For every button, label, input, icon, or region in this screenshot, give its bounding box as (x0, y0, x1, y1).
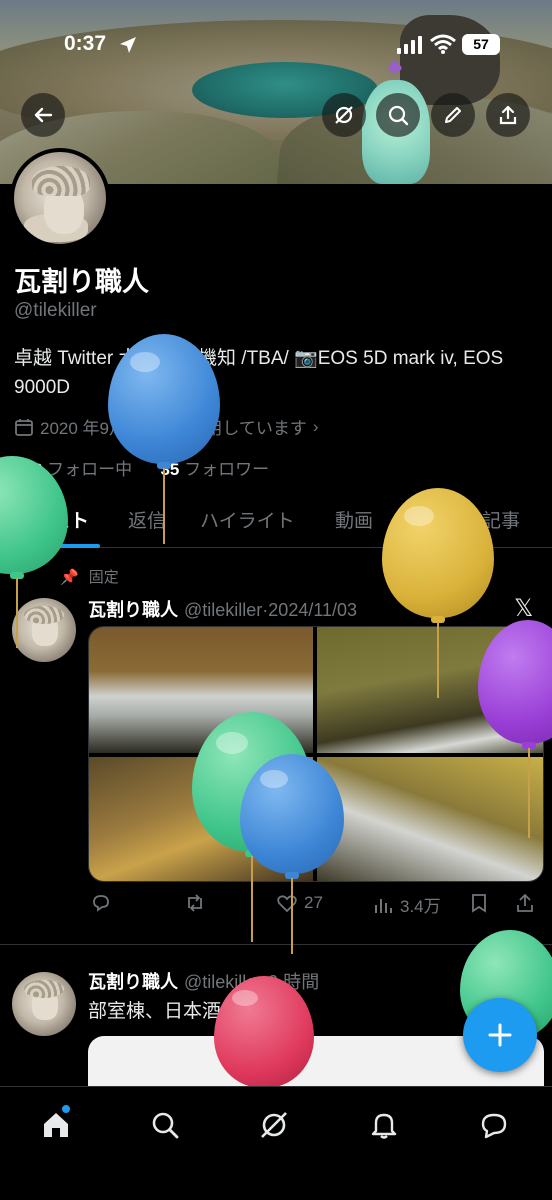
edit-button[interactable] (431, 93, 475, 137)
search-icon (388, 105, 409, 126)
profile-name: 瓦割り職人 (14, 267, 149, 297)
share-button[interactable] (486, 93, 530, 137)
reply-button[interactable] (90, 892, 118, 914)
analytics-icon (375, 898, 392, 913)
balloon-purple-decoration (478, 620, 552, 840)
bottom-navigation (0, 1086, 552, 1200)
status-bar: 0:37 57 (0, 28, 552, 64)
balloon-blue-decoration (108, 334, 220, 544)
balloon-green-decoration (0, 456, 68, 656)
profile-bio: 卓越 Twitter 大 C4/エ•機知 /TBA/ 📷EOS 5D mark … (14, 348, 504, 398)
arrow-left-icon (34, 107, 53, 123)
battery-indicator: 57 (462, 34, 500, 55)
tweet-header: 瓦割り職人 @tilekiller·2024/11/03 (88, 596, 357, 622)
nav-notifications[interactable] (364, 1105, 404, 1145)
balloon-red-decoration (214, 976, 314, 1096)
notification-dot (62, 1105, 70, 1113)
pencil-icon (445, 107, 461, 123)
x-logo-icon: 𝕏 (514, 594, 534, 622)
search-button[interactable] (376, 93, 420, 137)
nav-messages[interactable] (474, 1105, 514, 1145)
chat-icon (481, 1113, 507, 1139)
search-icon (152, 1112, 179, 1139)
status-time: 0:37 (64, 32, 107, 55)
wifi-icon (430, 34, 456, 54)
tweet-share-button[interactable] (514, 892, 536, 914)
pinned-indicator: 📌 固定 (60, 566, 119, 587)
view-count: 3.4万 (400, 897, 441, 916)
home-icon (44, 1113, 68, 1137)
cellular-signal-icon (397, 36, 422, 54)
tweet-date[interactable]: 2024/11/03 (268, 600, 357, 620)
profile-avatar[interactable] (10, 148, 110, 248)
location-arrow-icon (120, 37, 136, 53)
bookmark-icon (472, 894, 486, 913)
nav-grok[interactable] (254, 1105, 294, 1145)
tweet-author-name[interactable]: 瓦割り職人 (88, 600, 178, 620)
share-icon (517, 893, 533, 912)
grok-button[interactable] (322, 93, 366, 137)
bookmark-button[interactable] (468, 892, 490, 914)
grok-icon (335, 106, 353, 124)
plus-icon (488, 1023, 512, 1047)
tweet-avatar[interactable] (12, 972, 76, 1036)
nav-search[interactable] (145, 1105, 185, 1145)
reply-icon (93, 895, 109, 912)
profile-handle: @tilekiller (14, 300, 97, 321)
bell-icon (371, 1113, 397, 1139)
grok-icon (261, 1112, 287, 1138)
pinned-label: 固定 (88, 569, 119, 586)
chevron-right-icon: › (312, 416, 319, 436)
views-button[interactable]: 3.4万 (372, 892, 441, 917)
tweet-author-handle: @tilekiller (184, 600, 263, 620)
back-button[interactable] (21, 93, 65, 137)
tab-videos[interactable]: 動画 (335, 506, 373, 533)
balloon-blue-decoration (240, 754, 344, 954)
compose-button[interactable] (463, 998, 537, 1072)
nav-home[interactable] (36, 1105, 76, 1145)
calendar-icon (15, 418, 33, 436)
tweet-author-name[interactable]: 瓦割り職人 (88, 972, 178, 992)
share-icon (499, 105, 517, 125)
